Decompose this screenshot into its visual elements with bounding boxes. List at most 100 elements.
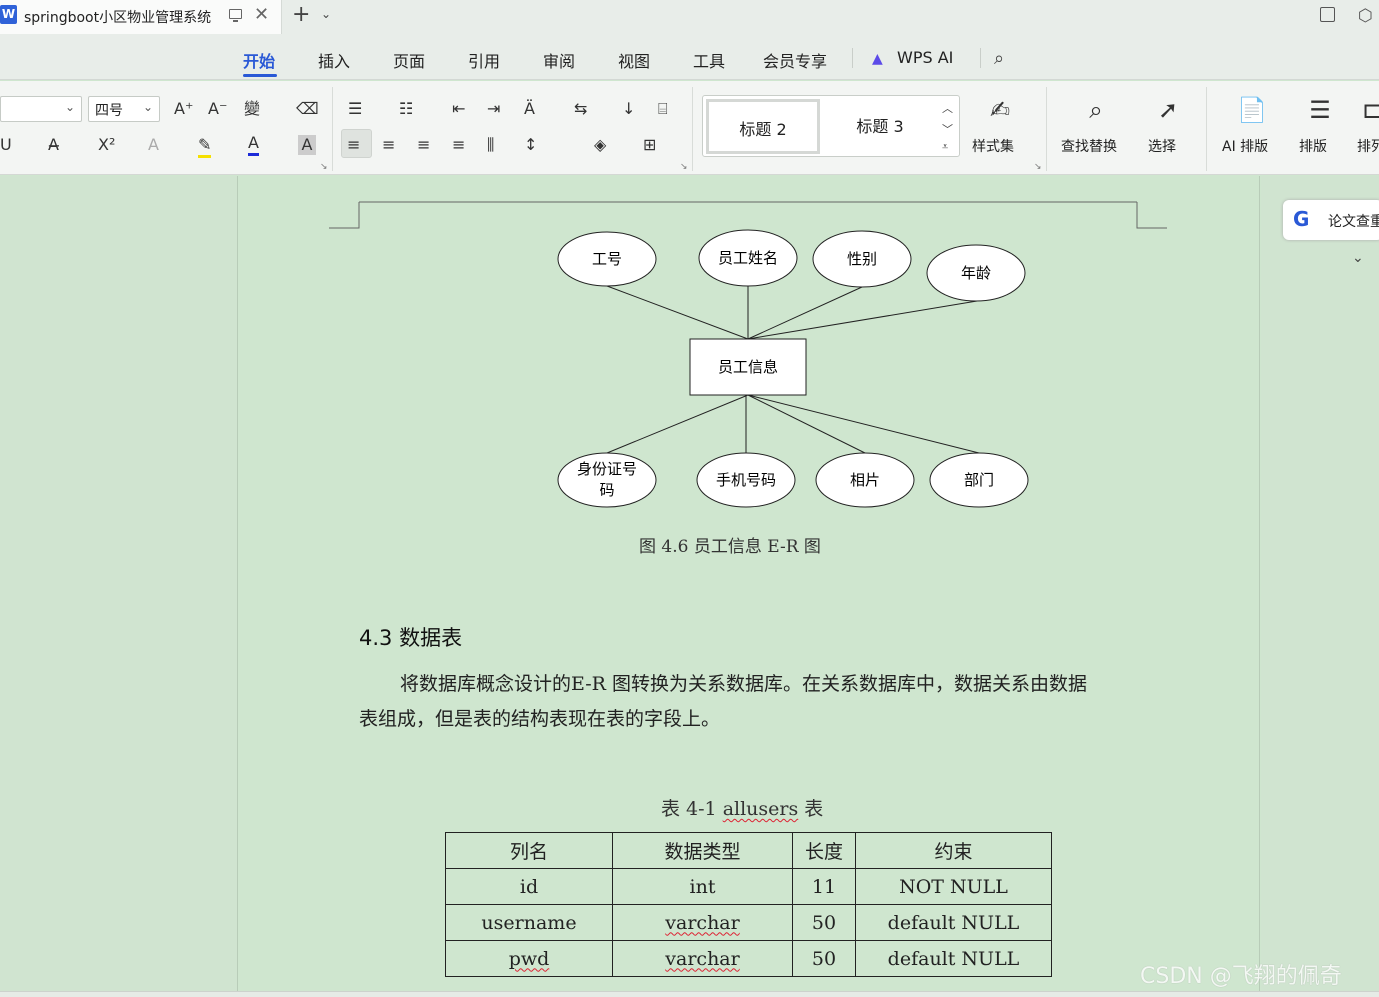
tab-insert[interactable]: 插入 [318,48,350,72]
chevron-down-icon: ⌄ [64,100,75,114]
arrange-button[interactable]: 排列 [1357,136,1379,156]
dialog-launcher-icon[interactable]: ↘ [680,162,688,172]
new-tab-button[interactable]: + [292,2,310,27]
arrange-icon[interactable]: ⊏ [1352,96,1379,124]
gallery-expand-icon[interactable]: ⩡ [942,140,948,154]
chevron-down-icon[interactable]: ⌄ [1352,250,1364,266]
bullet-list-icon[interactable]: ☰ [348,99,362,119]
align-right-icon[interactable]: ≡ [417,135,430,155]
style-set-icon[interactable]: ✍ [980,96,1020,124]
document-tab[interactable]: W springboot小区物业管理系统 ✕ [0,0,282,34]
csdn-watermark: CSDN @飞翔的佩奇 [1140,964,1342,989]
tab-home[interactable]: 开始 [243,48,275,72]
decrease-font-icon[interactable]: A⁻ [208,99,227,119]
gallery-down-icon[interactable]: ﹀ [942,121,953,137]
paragraph-line-2[interactable]: 表组成，但是表的结构表现在表的字段上。 [359,704,720,731]
phonetic-guide-icon[interactable]: 變 [244,99,260,119]
decrease-indent-icon[interactable]: ⇤ [452,99,465,119]
wps-writer-logo: W [0,5,17,24]
justify-icon[interactable]: ≡ [452,135,465,155]
text-effect-icon[interactable]: A [148,135,159,155]
table-header-cell[interactable]: 约束 [855,832,1052,869]
paragraph-line-1[interactable]: 将数据库概念设计的E-R 图转换为关系数据库。在关系数据库中，数据关系由数据 [400,669,1087,696]
find-replace-button[interactable]: 查找替换 [1061,136,1117,156]
dialog-launcher-icon[interactable]: ↘ [320,162,328,172]
table-cell[interactable]: id [445,868,613,905]
tab-references[interactable]: 引用 [468,48,500,72]
table-cell[interactable]: 11 [792,868,856,905]
attribute-label: 员工姓名 [718,249,778,267]
cube-icon[interactable]: ⬡ [1358,6,1373,26]
strikethrough-icon[interactable]: A̶ [48,135,59,155]
attribute-age: 年龄 [926,244,1026,302]
table-cell[interactable]: pwd [445,940,613,977]
ai-layout-button[interactable]: AI 排版 [1222,136,1268,156]
table-cell[interactable]: 50 [792,940,856,977]
table-header-cell[interactable]: 数据类型 [612,832,793,869]
find-replace-icon[interactable]: ⌕ [1076,96,1116,124]
attribute-label: 码 [599,481,614,499]
layout-icon[interactable]: ☰ [1300,96,1340,124]
chevron-down-icon: ⌄ [142,100,153,114]
align-center-icon[interactable]: ≡ [382,135,395,155]
table-cell[interactable]: default NULL [855,904,1052,941]
superscript-icon[interactable]: X² [98,135,115,155]
convert-icon[interactable]: ⇆ [574,99,587,119]
font-size-select[interactable]: 四号 ⌄ [88,96,160,122]
tab-page[interactable]: 页面 [393,48,425,72]
eraser-icon[interactable]: ⌫ [296,99,319,119]
underline-icon[interactable]: U [0,135,12,155]
shading-icon[interactable]: ◈ [594,135,606,155]
table-row: id int 11 NOT NULL [445,868,1052,905]
table-cell[interactable]: int [612,868,793,905]
table-cell[interactable]: varchar [612,940,793,977]
layout-button[interactable]: 排版 [1299,136,1327,156]
title-bar: W springboot小区物业管理系统 ✕ + ⌄ ⬡ [0,0,1379,34]
tab-tools[interactable]: 工具 [693,48,725,72]
table-cell[interactable]: default NULL [855,940,1052,977]
dialog-launcher-icon[interactable]: ↘ [1034,162,1042,172]
style-set-button[interactable]: 样式集 [972,136,1014,156]
select-cursor-icon[interactable]: ➚ [1148,96,1188,124]
tab-member[interactable]: 会员专享 [763,48,827,72]
style-heading-2[interactable]: 标题 2 [706,99,820,154]
table-header-cell[interactable]: 长度 [792,832,856,869]
essay-check-button[interactable]: G 论文查重 [1283,200,1379,240]
essay-check-label: 论文查重 [1328,214,1379,230]
show-marks-icon[interactable]: ⌸ [658,99,668,119]
select-button[interactable]: 选择 [1148,136,1176,156]
restore-window-icon[interactable] [1320,7,1335,22]
numbered-list-icon[interactable]: ☷ [399,99,413,119]
table-cell-text: varchar [665,947,740,970]
section-heading[interactable]: 4.3 数据表 [359,622,462,652]
tab-view[interactable]: 视图 [618,48,650,72]
style-heading-3[interactable]: 标题 3 [823,99,937,154]
close-tab-icon[interactable]: ✕ [254,4,269,25]
tab-wps-ai[interactable]: WPS AI [897,48,953,67]
sort-icon[interactable]: ↓ [622,99,635,119]
table-header-cell[interactable]: 列名 [445,832,613,869]
highlight-icon[interactable]: ✎ [198,135,212,158]
chevron-down-icon[interactable]: ⌄ [321,7,331,21]
increase-font-icon[interactable]: A⁺ [174,99,193,119]
attribute-label: 性别 [847,250,877,268]
table-cell[interactable]: username [445,904,613,941]
char-shading-icon[interactable]: A [298,135,316,155]
monitor-icon[interactable] [229,9,242,22]
borders-icon[interactable]: ⊞ [643,135,656,155]
ai-layout-icon[interactable]: 📄 [1232,96,1272,124]
right-workspace [1261,176,1379,991]
active-tab-indicator [243,74,277,77]
table-cell[interactable]: NOT NULL [855,868,1052,905]
font-name-select[interactable]: ⌄ [0,96,82,122]
font-color-icon[interactable]: A [248,133,259,156]
tab-review[interactable]: 审阅 [543,48,575,72]
table-cell[interactable]: varchar [612,904,793,941]
increase-indent-icon[interactable]: ⇥ [487,99,500,119]
search-icon[interactable]: ⌕ [994,48,1004,69]
distribute-icon[interactable]: ⫼ [487,135,494,155]
gallery-up-icon[interactable]: ︿ [942,100,953,116]
table-cell[interactable]: 50 [792,904,856,941]
line-spacing-icon[interactable]: ↕ [524,135,537,155]
text-direction-icon[interactable]: Ä [524,99,535,119]
